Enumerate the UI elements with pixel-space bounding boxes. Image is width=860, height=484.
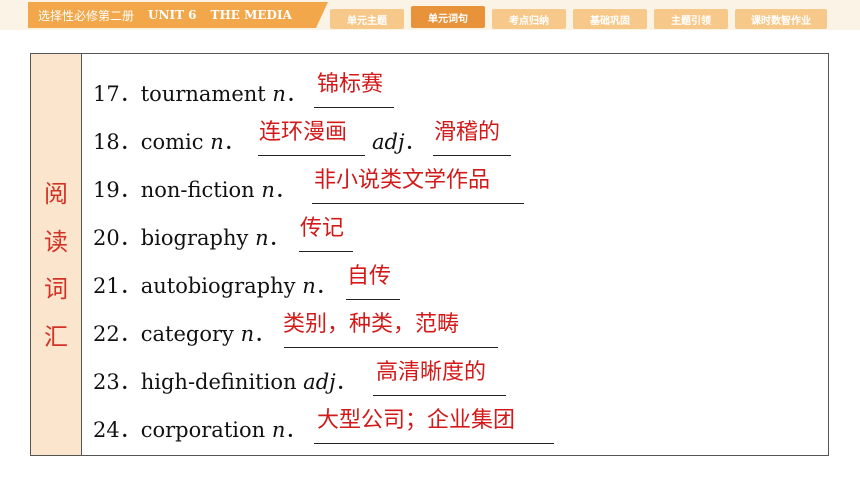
entry-word: high-definition xyxy=(140,370,297,394)
entry-number: 22． xyxy=(93,322,141,346)
answer-text: 滑稽的 xyxy=(434,120,501,145)
side-label-char: 阅 xyxy=(44,180,68,208)
part-of-speech: n xyxy=(210,130,224,154)
answer-blank xyxy=(314,106,394,108)
part-of-speech: n xyxy=(255,226,269,250)
book-title-banner: 选择性必修第二册 UNIT 6 THE MEDIA xyxy=(28,2,328,28)
tab-key-points[interactable]: 考点归纳 xyxy=(492,9,566,29)
header-bar: 选择性必修第二册 UNIT 6 THE MEDIA 单元主题 单元词句 考点归纳… xyxy=(0,0,860,30)
book-title: 选择性必修第二册 xyxy=(38,8,135,23)
part-of-speech: n xyxy=(272,82,286,106)
answer-blank xyxy=(373,394,506,396)
side-label-char: 汇 xyxy=(44,323,68,351)
entry-word: biography xyxy=(140,226,249,250)
entry-word: category xyxy=(140,322,234,346)
answer-text: 高清晰度的 xyxy=(376,360,487,385)
part-of-speech: adj xyxy=(372,130,405,154)
answer-blank xyxy=(258,154,365,156)
answer-blank xyxy=(299,250,353,252)
entry-word: tournament xyxy=(140,82,266,106)
side-label-char: 读 xyxy=(44,228,68,256)
entry-word: corporation xyxy=(140,418,266,442)
entry-number: 23． xyxy=(93,370,141,394)
unit-label: UNIT 6 xyxy=(148,8,197,22)
answer-text: 锦标赛 xyxy=(317,72,384,97)
tab-unit-words[interactable]: 单元词句 xyxy=(411,6,485,28)
entry-word: autobiography xyxy=(140,274,296,298)
side-label-column: 阅 读 词 汇 xyxy=(31,54,82,455)
entry-word: comic xyxy=(140,130,204,154)
answer-text: 自传 xyxy=(347,264,392,289)
answer-blank xyxy=(314,442,554,444)
part-of-speech: adj xyxy=(303,370,336,394)
answer-blank xyxy=(284,346,498,348)
tab-basic-practice[interactable]: 基础巩固 xyxy=(573,9,647,29)
answer-text: 非小说类文学作品 xyxy=(314,168,491,193)
part-of-speech: n xyxy=(261,178,275,202)
tab-homework[interactable]: 课时数智作业 xyxy=(735,9,827,29)
unit-theme: THE MEDIA xyxy=(210,8,292,22)
answer-text: 传记 xyxy=(300,216,345,241)
entry-word: non-fiction xyxy=(140,178,255,202)
answer-blank xyxy=(312,202,524,204)
answer-text: 类别，种类，范畴 xyxy=(283,312,460,337)
tab-unit-theme[interactable]: 单元主题 xyxy=(330,9,404,29)
answer-blank xyxy=(433,154,511,156)
part-of-speech: n xyxy=(271,418,286,442)
entry-number: 18． xyxy=(93,130,141,154)
entry-number: 20． xyxy=(93,226,141,250)
answer-blank xyxy=(346,298,400,300)
tab-theme-guide[interactable]: 主题引领 xyxy=(654,9,728,29)
side-label-char: 词 xyxy=(44,275,68,303)
part-of-speech: n xyxy=(240,322,255,346)
answer-text: 连环漫画 xyxy=(259,120,348,145)
entry-number: 24． xyxy=(93,418,141,442)
entry-number: 19． xyxy=(93,178,141,202)
part-of-speech: n xyxy=(302,274,316,298)
entry-number: 21． xyxy=(93,274,141,298)
answer-text: 大型公司；企业集团 xyxy=(317,408,516,433)
entry-number: 17． xyxy=(93,82,141,106)
